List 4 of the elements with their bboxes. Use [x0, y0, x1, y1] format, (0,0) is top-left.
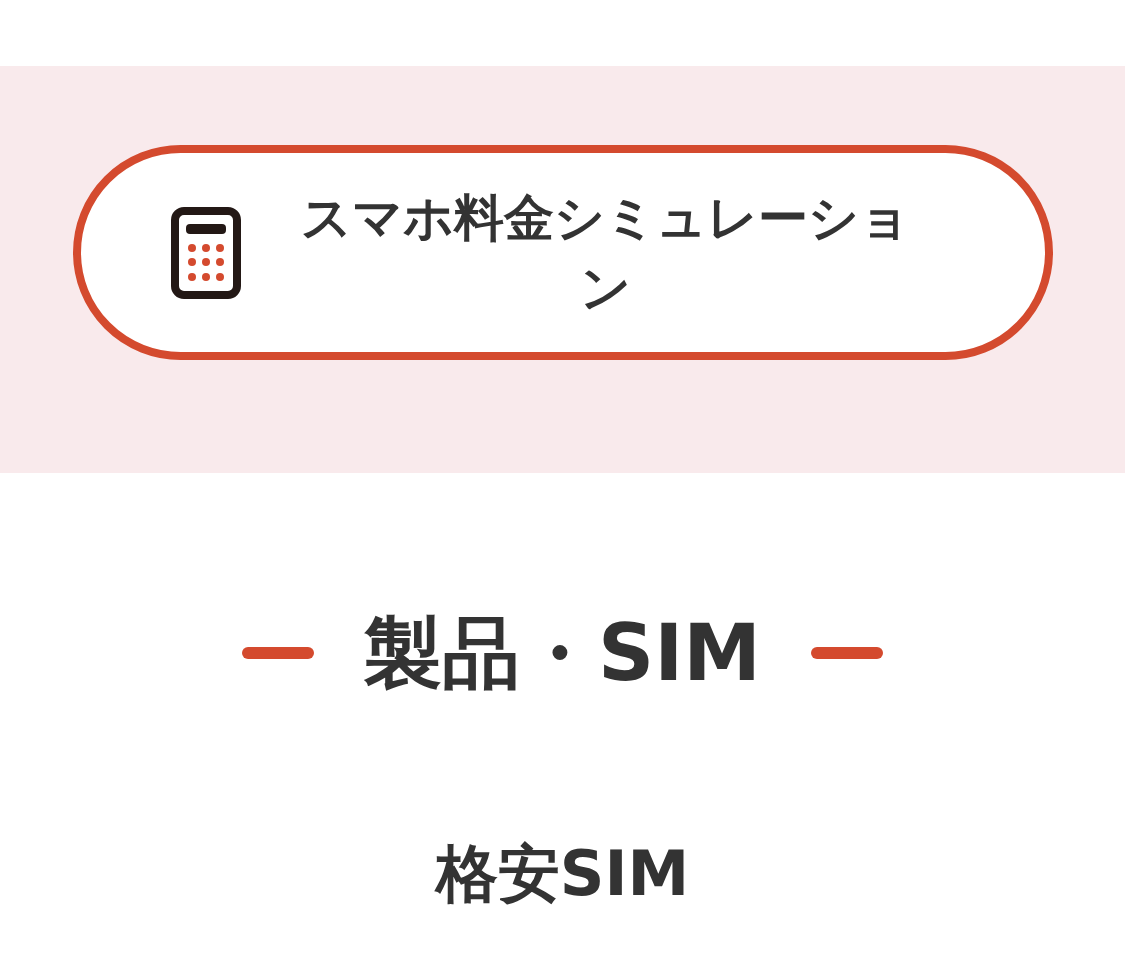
calculator-icon: [170, 206, 241, 299]
category-link[interactable]: 格安SIM: [435, 843, 690, 905]
simulation-button[interactable]: スマホ料金シミュレーション: [72, 145, 1053, 360]
section-title: 製品・SIM: [364, 614, 761, 692]
